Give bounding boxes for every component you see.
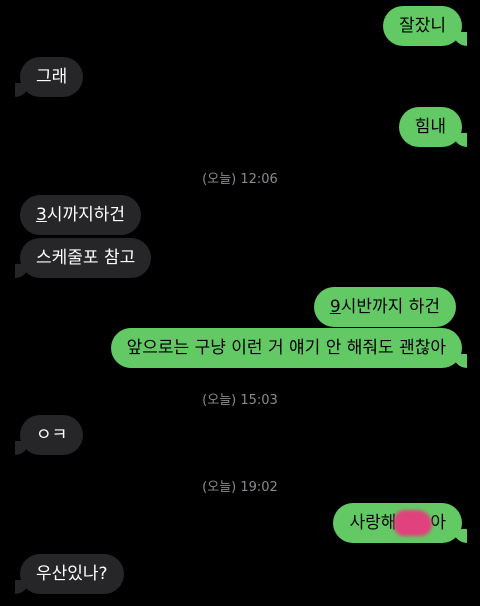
message-text: 잘잤니 xyxy=(399,16,446,36)
timestamp-divider: (오늘) 19:02 xyxy=(202,480,278,495)
message-text: 앞으로는 구냥 이런 거 얘기 안 해줘도 괜찮아 xyxy=(126,338,446,358)
message-text: 스케줄포 참고 xyxy=(36,248,136,268)
message-bubble-sent[interactable]: 잘잤니 xyxy=(383,6,467,46)
timestamp-divider: (오늘) 12:06 xyxy=(202,172,278,187)
message-text: 우산있나? xyxy=(36,564,108,584)
message-bubble-received[interactable]: ㅇㅋ xyxy=(14,415,84,455)
timestamp-divider: (오늘) 15:03 xyxy=(202,393,278,408)
message-bubble-sent[interactable]: 사랑해 아 xyxy=(333,503,467,543)
message-bubble-sent[interactable]: 힘내 xyxy=(398,107,468,147)
message-text: 아 xyxy=(430,513,446,533)
message-text: 시까지하건 xyxy=(46,205,126,225)
message-bubble-received[interactable]: 우산있나? xyxy=(15,554,124,594)
message-text: 힘내 xyxy=(414,117,446,137)
message-text: 사랑해 xyxy=(349,513,397,533)
message-bubble-received[interactable]: 스케줄포 참고 xyxy=(14,238,152,278)
message-bubble-received[interactable]: 3시까지하건 xyxy=(20,195,142,235)
message-bubble-sent[interactable]: 앞으로는 구냥 이런 거 얘기 안 해줘도 괜찮아 xyxy=(110,328,468,368)
message-text: 그래 xyxy=(36,67,68,87)
message-time-link[interactable]: 9 xyxy=(330,297,341,317)
message-bubble-sent[interactable]: 9시반까지 하건 xyxy=(313,287,456,327)
message-text: 시반까지 하건 xyxy=(340,297,440,317)
redaction-scribble xyxy=(394,510,433,536)
message-bubble-received[interactable]: 그래 xyxy=(14,57,84,97)
message-time-link[interactable]: 3 xyxy=(36,205,47,225)
message-text: ㅇㅋ xyxy=(36,425,68,445)
